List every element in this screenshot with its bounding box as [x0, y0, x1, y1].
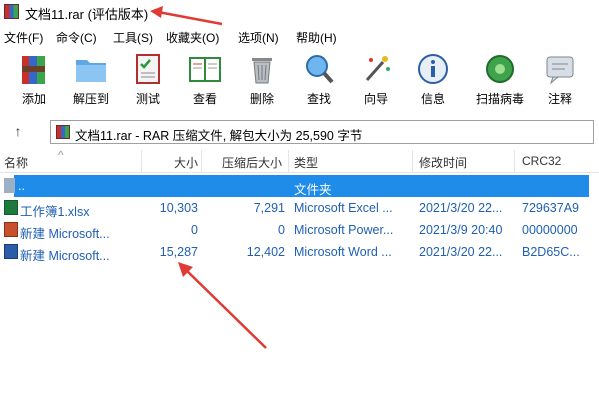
table-row[interactable]: 工作簿1.xlsx 10,303 7,291 Microsoft Excel .… — [0, 197, 599, 219]
column-modified[interactable]: 修改时间 — [419, 154, 467, 171]
column-divider[interactable] — [288, 150, 289, 172]
column-divider[interactable] — [141, 150, 142, 172]
column-type[interactable]: 类型 — [294, 154, 318, 171]
row-modified: 2021/3/20 22... — [419, 245, 503, 259]
test-button[interactable]: 测试 — [120, 52, 176, 107]
comment-label: 注释 — [547, 92, 572, 106]
trash-icon — [245, 52, 279, 86]
row-crc: B2D65C... — [522, 245, 580, 259]
menu-favorites[interactable]: 收藏夹(O) — [166, 29, 219, 46]
info-label: 信息 — [420, 92, 445, 106]
menu-file[interactable]: 文件(F) — [4, 29, 43, 46]
row-size: 15,287 — [159, 245, 198, 259]
row-size: 0 — [191, 223, 198, 237]
column-name[interactable]: 名称 — [4, 154, 28, 171]
path-field[interactable]: 文档11.rar - RAR 压缩文件, 解包大小为 25,590 字节 — [50, 120, 594, 144]
table-row[interactable]: 新建 Microsoft... 0 0 Microsoft Power... 2… — [0, 219, 599, 241]
scan-virus-label: 扫描病毒 — [475, 92, 524, 106]
row-name: 工作簿1.xlsx — [20, 205, 90, 219]
scan-virus-button[interactable]: 扫描病毒 — [472, 52, 528, 107]
add-label: 添加 — [21, 92, 46, 106]
menu-tools[interactable]: 工具(S) — [113, 29, 153, 46]
extract-to-button[interactable]: 解压到 — [63, 52, 119, 107]
add-button[interactable]: 添加 — [6, 52, 62, 107]
column-size[interactable]: 大小 — [174, 154, 198, 171]
view-button[interactable]: 查看 — [177, 52, 233, 107]
menu-options[interactable]: 选项(N) — [238, 29, 279, 46]
archive-icon — [56, 125, 70, 139]
row-modified: 2021/3/20 22... — [419, 201, 503, 215]
menu-command[interactable]: 命令(C) — [56, 29, 97, 46]
column-header-row: 名称 ^ 大小 压缩后大小 类型 修改时间 CRC32 — [0, 148, 599, 173]
winrar-app-icon — [4, 4, 19, 19]
column-crc32[interactable]: CRC32 — [522, 154, 561, 168]
row-name: .. — [18, 179, 25, 193]
comment-button[interactable]: 注释 — [532, 52, 588, 107]
find-label: 查找 — [306, 92, 331, 106]
delete-button[interactable]: 删除 — [234, 52, 290, 107]
test-label: 测试 — [135, 92, 160, 106]
table-row-parent-folder[interactable]: .. 文件夹 — [4, 175, 589, 197]
column-divider[interactable] — [514, 150, 515, 172]
address-bar: ↑ 文档11.rar - RAR 压缩文件, 解包大小为 25,590 字节 — [0, 118, 599, 146]
powerpoint-file-icon — [4, 222, 18, 237]
word-file-icon — [4, 244, 18, 259]
annotation-arrow-size — [178, 262, 267, 349]
row-name: 新建 Microsoft... — [20, 249, 110, 263]
table-row[interactable]: 新建 Microsoft... 15,287 12,402 Microsoft … — [0, 241, 599, 263]
row-type: Microsoft Word ... — [294, 245, 392, 259]
row-packed: 0 — [278, 223, 285, 237]
column-divider[interactable] — [412, 150, 413, 172]
folder-icon — [4, 178, 15, 193]
view-book-icon — [188, 52, 222, 86]
toolbar: 添加 解压到 测试 查看 删除 查找 向导 信息 扫描病毒 注释 — [0, 50, 599, 116]
info-button[interactable]: 信息 — [405, 52, 461, 107]
menu-help[interactable]: 帮助(H) — [296, 29, 337, 46]
window-title: 文档11.rar (评估版本) — [25, 7, 149, 22]
info-icon — [416, 52, 450, 86]
row-packed: 12,402 — [246, 245, 285, 259]
title-bar: 文档11.rar (评估版本) — [0, 0, 599, 24]
find-button[interactable]: 查找 — [291, 52, 347, 107]
test-checklist-icon — [131, 52, 165, 86]
menu-bar: 文件(F) 命令(C) 工具(S) 收藏夹(O) 选项(N) 帮助(H) — [0, 27, 599, 47]
column-packed-size[interactable]: 压缩后大小 — [222, 154, 282, 171]
row-type: Microsoft Power... — [294, 223, 394, 237]
delete-label: 删除 — [249, 92, 274, 106]
wizard-wand-icon — [359, 52, 393, 86]
row-crc: 00000000 — [522, 223, 578, 237]
row-size: 10,303 — [159, 201, 198, 215]
row-crc: 729637A9 — [522, 201, 580, 215]
add-archive-icon — [17, 52, 51, 86]
column-divider[interactable] — [201, 150, 202, 172]
path-text: 文档11.rar - RAR 压缩文件, 解包大小为 25,590 字节 — [75, 129, 363, 143]
extract-folder-icon — [74, 52, 108, 86]
magnifier-icon — [302, 52, 336, 86]
sort-chevron-icon: ^ — [58, 148, 64, 162]
up-arrow-icon[interactable]: ↑ — [10, 123, 26, 139]
row-type: Microsoft Excel ... — [294, 201, 393, 215]
row-packed: 7,291 — [253, 201, 285, 215]
extract-to-label: 解压到 — [72, 92, 109, 106]
row-modified: 2021/3/9 20:40 — [419, 223, 503, 237]
wizard-label: 向导 — [363, 92, 388, 106]
excel-file-icon — [4, 200, 18, 215]
row-type: 文件夹 — [294, 183, 332, 197]
view-label: 查看 — [192, 92, 217, 106]
virus-scan-icon — [483, 52, 517, 86]
wizard-button[interactable]: 向导 — [348, 52, 404, 107]
row-name: 新建 Microsoft... — [20, 227, 110, 241]
comment-icon — [543, 52, 577, 86]
